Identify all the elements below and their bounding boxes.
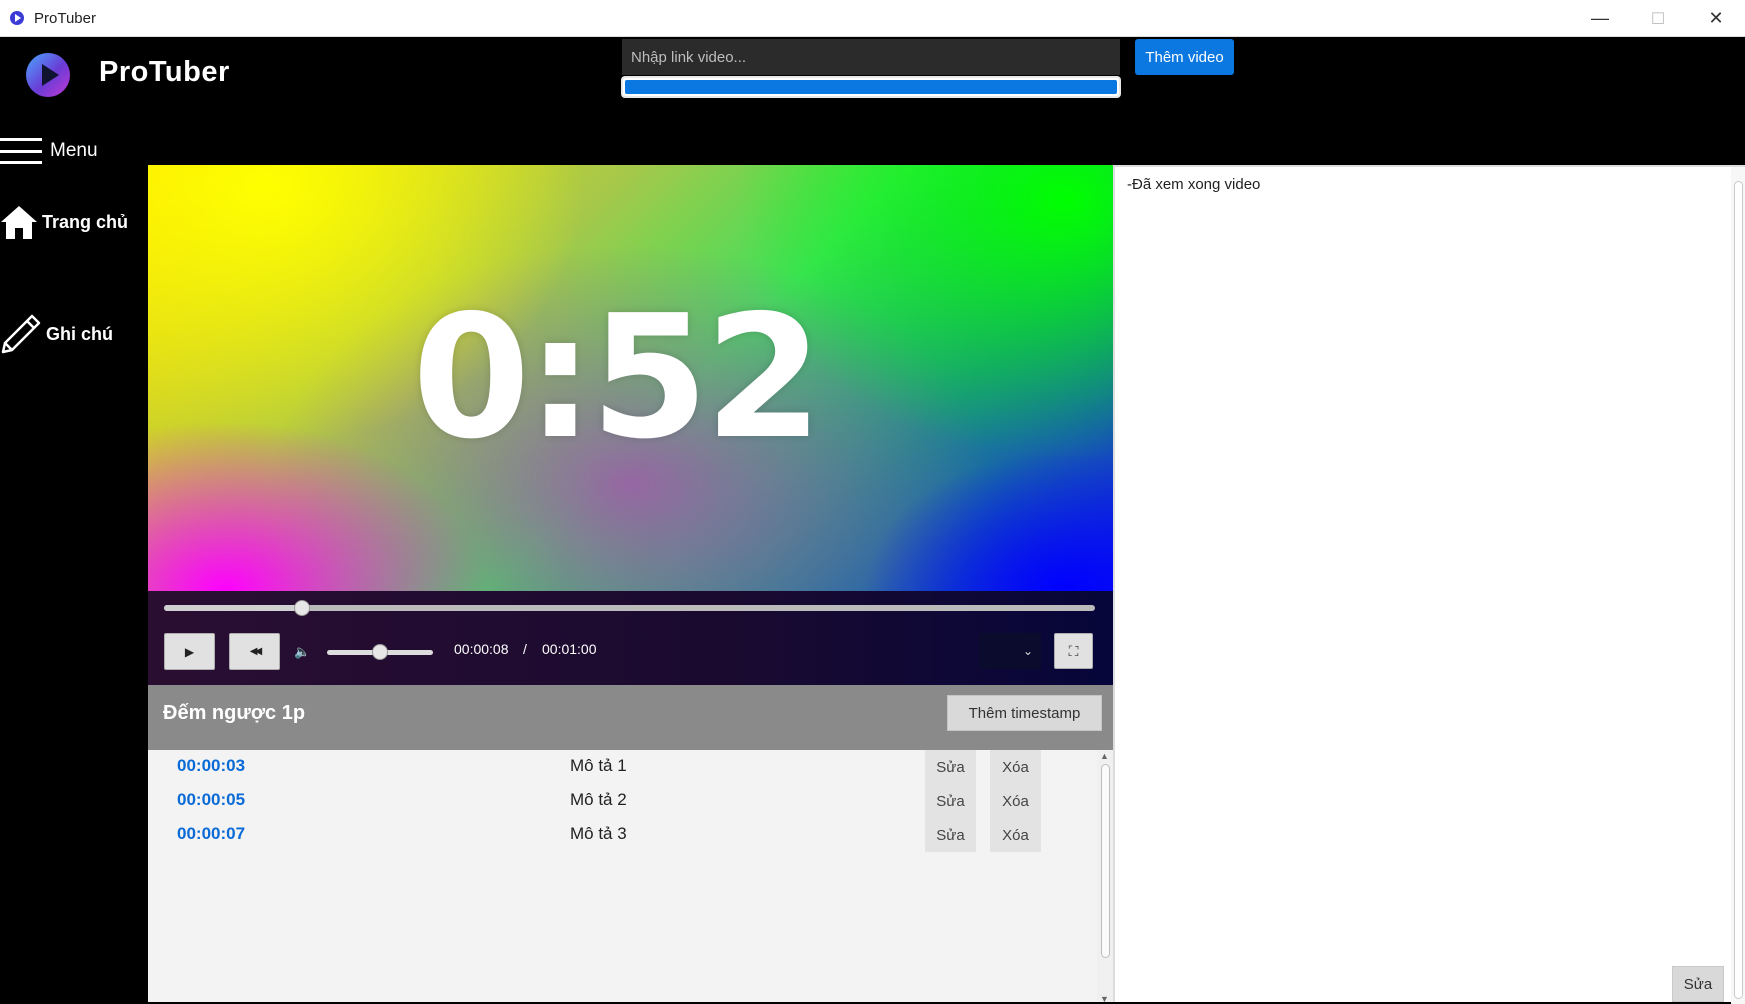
- timestamp-delete-button[interactable]: Xóa: [990, 784, 1041, 818]
- seek-bar[interactable]: [164, 600, 1095, 616]
- timestamp-list-scrollbar[interactable]: ▲ ▼: [1097, 750, 1113, 1004]
- sidebar-item-notes[interactable]: Ghi chú: [0, 313, 113, 355]
- close-button[interactable]: ✕: [1687, 0, 1745, 37]
- add-video-button[interactable]: Thêm video: [1135, 39, 1234, 75]
- timestamp-time-link[interactable]: 00:00:07: [177, 824, 245, 844]
- timestamp-delete-button[interactable]: Xóa: [990, 750, 1041, 784]
- play-icon: ▶: [184, 644, 195, 659]
- window-titlebar: ProTuber — ☐ ✕: [0, 0, 1745, 37]
- load-progress-fill: [625, 80, 1117, 94]
- timestamp-description: Mô tả 3: [570, 824, 627, 843]
- video-frame[interactable]: 0:52: [148, 165, 1113, 591]
- maximize-button[interactable]: ☐: [1629, 0, 1687, 37]
- scroll-up-icon[interactable]: ▲: [1100, 751, 1109, 761]
- timestamp-edit-button[interactable]: Sửa: [925, 784, 976, 818]
- timestamp-time-link[interactable]: 00:00:03: [177, 756, 245, 776]
- current-time: 00:00:08: [454, 641, 509, 657]
- video-url-input[interactable]: [622, 39, 1120, 75]
- video-countdown-text: 0:52: [412, 279, 823, 477]
- timestamp-time-link[interactable]: 00:00:05: [177, 790, 245, 810]
- pencil-icon: [1, 314, 41, 354]
- video-info-bar: Đếm ngược 1p Thêm timestamp: [148, 685, 1113, 750]
- minimize-button[interactable]: —: [1571, 0, 1629, 37]
- window-title: ProTuber: [34, 9, 96, 27]
- notes-panel[interactable]: -Đã xem xong video: [1113, 165, 1745, 1004]
- notes-scrollbar[interactable]: [1731, 167, 1745, 1004]
- video-title: Đếm ngược 1p: [163, 702, 306, 724]
- menu-label: Menu: [50, 140, 98, 161]
- playback-speed-select[interactable]: ⌄: [979, 633, 1041, 669]
- volume-icon[interactable]: 🔈: [294, 644, 310, 660]
- sidebar-item-home[interactable]: Trang chủ: [0, 204, 128, 240]
- seek-bar-fill: [164, 605, 302, 611]
- notes-edit-button[interactable]: Sửa: [1672, 966, 1724, 1002]
- volume-slider[interactable]: [327, 644, 433, 660]
- app-icon: [10, 11, 24, 25]
- window-controls: — ☐ ✕: [1571, 0, 1745, 37]
- timestamp-row: 00:00:03 Mô tả 1 Sửa Xóa: [148, 750, 1096, 784]
- timestamp-list: 00:00:03 Mô tả 1 Sửa Xóa 00:00:05 Mô tả …: [148, 750, 1113, 1004]
- timestamp-description: Mô tả 1: [570, 756, 627, 775]
- scroll-down-icon[interactable]: ▼: [1100, 994, 1109, 1004]
- chevron-down-icon: ⌄: [1022, 644, 1033, 658]
- timestamp-description: Mô tả 2: [570, 790, 627, 809]
- add-timestamp-button[interactable]: Thêm timestamp: [947, 695, 1102, 731]
- rewind-icon: ◀◀: [249, 646, 263, 657]
- notes-text[interactable]: -Đã xem xong video: [1127, 176, 1260, 193]
- player-controls: ▶ ◀◀ 🔈 00:00:08 / 00:01:00 ⌄ ⛶: [148, 591, 1113, 685]
- duration-time: 00:01:00: [542, 641, 597, 657]
- hamburger-icon: [0, 138, 42, 164]
- timestamp-row: 00:00:07 Mô tả 3 Sửa Xóa: [148, 818, 1096, 852]
- load-progress-bar: [621, 76, 1121, 98]
- timestamp-row: 00:00:05 Mô tả 2 Sửa Xóa: [148, 784, 1096, 818]
- scrollbar-thumb[interactable]: [1734, 181, 1743, 999]
- home-icon: [1, 206, 37, 239]
- rewind-button[interactable]: ◀◀: [229, 633, 280, 670]
- seek-thumb[interactable]: [293, 600, 310, 616]
- menu-toggle[interactable]: Menu: [0, 138, 98, 164]
- timestamp-edit-button[interactable]: Sửa: [925, 750, 976, 784]
- brand-name: ProTuber: [99, 56, 230, 88]
- sidebar-item-label: Trang chủ: [42, 211, 129, 232]
- timestamp-delete-button[interactable]: Xóa: [990, 818, 1041, 852]
- sidebar-item-label: Ghi chú: [46, 323, 113, 344]
- fullscreen-icon: ⛶: [1068, 642, 1079, 659]
- play-button[interactable]: ▶: [164, 633, 215, 670]
- logo-icon: [26, 53, 70, 97]
- time-separator: /: [523, 641, 527, 657]
- fullscreen-button[interactable]: ⛶: [1054, 633, 1093, 669]
- timestamp-edit-button[interactable]: Sửa: [925, 818, 976, 852]
- volume-thumb[interactable]: [372, 644, 388, 660]
- scrollbar-thumb[interactable]: [1101, 764, 1110, 958]
